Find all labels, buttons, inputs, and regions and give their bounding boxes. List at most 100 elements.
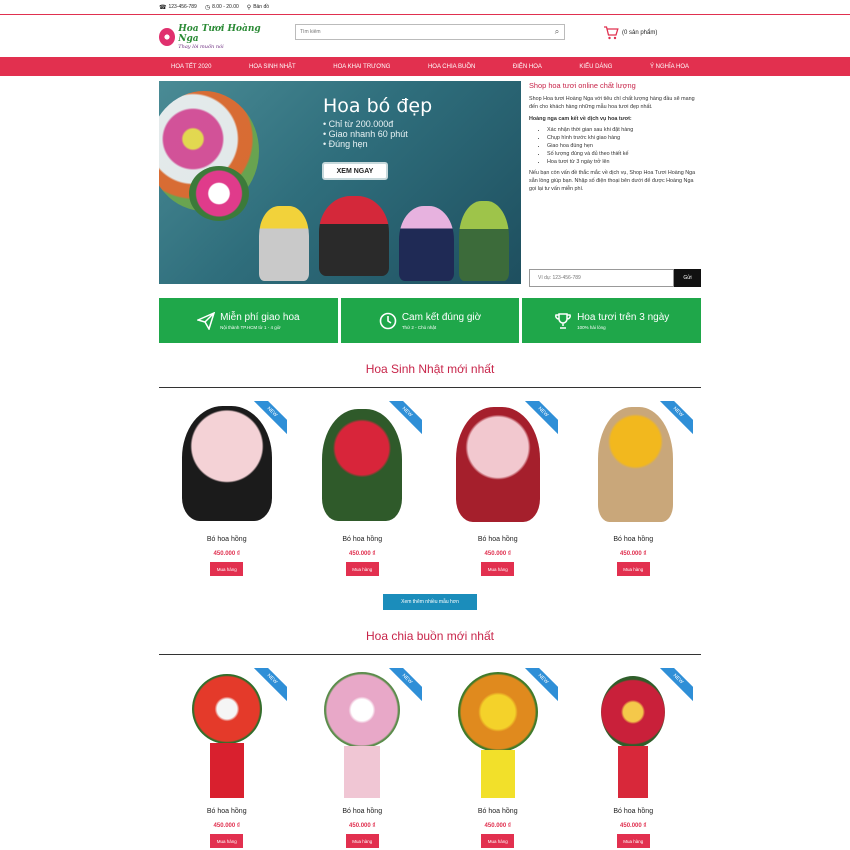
intro-panel: Shop hoa tươi online chất lượng Shop Hoa… — [529, 82, 701, 197]
trophy-icon — [555, 312, 571, 329]
banner-line: Giao nhanh 60 phút — [323, 129, 408, 139]
product-name[interactable]: Bó hoa hồng — [342, 808, 382, 815]
product-name[interactable]: Bó hoa hồng — [207, 808, 247, 815]
buy-button[interactable]: Mua hàng — [345, 562, 379, 576]
topbar-map[interactable]: ⚲ Bản đồ — [247, 4, 269, 11]
hero-banner[interactable]: Hoa bó đẹp Chỉ từ 200.000đ Giao nhanh 60… — [159, 81, 521, 284]
product-name[interactable]: Bó hoa hồng — [342, 536, 382, 543]
list-item: Giao hoa đúng hẹn — [547, 142, 701, 150]
product-grid-birthday: NEW Bó hoa hồng 450.000 ₫ Mua hàng NEW B… — [159, 401, 701, 576]
product-name[interactable]: Bó hoa hồng — [613, 808, 653, 815]
topbar-hours: ◷ 8.00 - 20.00 — [205, 4, 239, 11]
top-bar: ☎ 123-456-789 ◷ 8.00 - 20.00 ⚲ Bản đồ — [0, 0, 850, 15]
banner-lines: Chỉ từ 200.000đ Giao nhanh 60 phút Đúng … — [323, 119, 408, 149]
buy-button[interactable]: Mua hàng — [210, 562, 244, 576]
product-name[interactable]: Bó hoa hồng — [478, 808, 518, 815]
banner-cta-button[interactable]: XEM NGAY — [322, 162, 388, 180]
feature-title: Hoa tươi trên 3 ngày — [577, 311, 670, 323]
product-image[interactable]: NEW — [437, 668, 558, 800]
nav-item-hoa-tet[interactable]: HOA TẾT 2020 — [159, 64, 223, 70]
list-item: Hoa tươi từ 3 ngày trở lên — [547, 158, 701, 166]
phone-input[interactable] — [529, 269, 674, 287]
product-card[interactable]: NEW Bó hoa hồng 450.000 ₫ Mua hàng — [159, 668, 295, 848]
product-card[interactable]: NEW Bó hoa hồng 450.000 ₫ Mua hàng — [566, 668, 702, 848]
product-name[interactable]: Bó hoa hồng — [478, 536, 518, 543]
bouquet-image — [459, 201, 509, 281]
product-card[interactable]: NEW Bó hoa hồng 450.000 ₫ Mua hàng — [430, 401, 566, 576]
product-price: 450.000 ₫ — [349, 823, 376, 829]
product-card[interactable]: NEW Bó hoa hồng 450.000 ₫ Mua hàng — [430, 668, 566, 848]
product-card[interactable]: NEW Bó hoa hồng 450.000 ₫ Mua hàng — [295, 401, 431, 576]
cart-icon — [604, 26, 619, 40]
feature-free-delivery: Miễn phí giao hoa Nội thành TP.HCM từ 1 -… — [159, 298, 338, 343]
feature-fresh: Hoa tươi trên 3 ngày 100% hài lòng — [522, 298, 702, 343]
product-image[interactable]: NEW — [166, 668, 287, 800]
banner-title: Hoa bó đẹp — [323, 95, 433, 117]
cart-label: (0 sản phẩm) — [622, 30, 658, 36]
bouquet-image — [399, 206, 454, 281]
topbar-hours-text: 8.00 - 20.00 — [212, 4, 239, 10]
buy-button[interactable]: Mua hàng — [616, 834, 650, 848]
clock-icon: ◷ — [204, 4, 211, 11]
nav-item-kieu-dang[interactable]: KIỂU DÁNG — [567, 64, 624, 70]
search-icon[interactable]: ⌕ — [550, 27, 564, 37]
product-price: 450.000 ₫ — [620, 823, 647, 829]
intro-contact-text: Nếu bạn còn vấn đề thắc mắc về dịch vụ, … — [529, 170, 696, 192]
product-price: 450.000 ₫ — [484, 823, 511, 829]
logo-tagline: Thay lời muốn nói — [178, 44, 224, 50]
nav-item-hoa-khai-truong[interactable]: HOA KHAI TRƯƠNG — [321, 64, 402, 70]
product-card[interactable]: NEW Bó hoa hồng 450.000 ₫ Mua hàng — [159, 401, 295, 576]
logo[interactable]: Hoa Tươi Hoàng Nga Thay lời muốn nói — [159, 24, 274, 50]
paper-plane-icon — [197, 311, 216, 330]
nav-item-dien-hoa[interactable]: ĐIỆN HOA — [501, 64, 554, 70]
bouquet-image — [259, 206, 309, 281]
topbar-phone-text: 123-456-789 — [168, 4, 197, 10]
search-input[interactable] — [296, 25, 550, 39]
product-price: 450.000 ₫ — [213, 551, 240, 557]
buy-button[interactable]: Mua hàng — [210, 834, 244, 848]
product-grid-condolence: NEW Bó hoa hồng 450.000 ₫ Mua hàng NEW B… — [159, 668, 701, 848]
feature-title: Cam kết đúng giờ — [401, 311, 482, 323]
buy-button[interactable]: Mua hàng — [481, 562, 515, 576]
section-divider — [159, 387, 701, 388]
intro-commit-title: Hoàng nga cam kết về dịch vụ hoa tươi: — [529, 116, 632, 122]
nav-item-hoa-chia-buon[interactable]: HOA CHIA BUỒN — [416, 64, 487, 70]
buy-button[interactable]: Mua hàng — [616, 562, 650, 576]
view-more-button[interactable]: Xem thêm nhiều mẫu hơn — [383, 594, 477, 610]
flower-decoration — [189, 166, 249, 221]
feature-strip: Miễn phí giao hoa Nội thành TP.HCM từ 1 -… — [159, 298, 702, 343]
cart[interactable]: (0 sản phẩm) — [603, 26, 657, 40]
flower-logo-icon — [159, 28, 176, 46]
product-price: 450.000 ₫ — [213, 823, 240, 829]
banner-line: Chỉ từ 200.000đ — [323, 119, 408, 129]
callback-form: Gửi — [529, 269, 701, 287]
nav-item-hoa-sinh-nhat[interactable]: HOA SINH NHẬT — [237, 64, 308, 70]
main-nav: HOA TẾT 2020 HOA SINH NHẬT HOA KHAI TRƯƠ… — [0, 57, 850, 76]
product-image[interactable]: NEW — [437, 401, 558, 528]
list-item: Xác nhận thời gian sau khi đặt hàng — [547, 126, 701, 134]
phone-icon: ☎ — [159, 4, 167, 11]
product-card[interactable]: NEW Bó hoa hồng 450.000 ₫ Mua hàng — [566, 401, 702, 576]
section-divider — [159, 654, 701, 655]
feature-title: Miễn phí giao hoa — [220, 311, 300, 323]
buy-button[interactable]: Mua hàng — [481, 834, 515, 848]
product-name[interactable]: Bó hoa hồng — [613, 536, 653, 543]
list-item: Số lượng đúng và đủ theo thiết kế — [547, 150, 701, 158]
product-image[interactable]: NEW — [302, 668, 423, 800]
product-name[interactable]: Bó hoa hồng — [207, 536, 247, 543]
product-image[interactable]: NEW — [302, 401, 423, 528]
product-price: 450.000 ₫ — [484, 551, 511, 557]
product-image[interactable]: NEW — [573, 401, 694, 528]
product-image[interactable]: NEW — [166, 401, 287, 528]
bouquet-image — [319, 196, 389, 276]
search-box: ⌕ — [295, 24, 565, 40]
buy-button[interactable]: Mua hàng — [345, 834, 379, 848]
map-pin-icon: ⚲ — [246, 4, 252, 11]
product-card[interactable]: NEW Bó hoa hồng 450.000 ₫ Mua hàng — [295, 668, 431, 848]
nav-item-y-nghia-hoa[interactable]: Ý NGHĨA HOA — [638, 64, 701, 70]
product-image[interactable]: NEW — [573, 668, 694, 800]
product-price: 450.000 ₫ — [349, 551, 376, 557]
feature-on-time: Cam kết đúng giờ Thứ 2 - Chủ nhật — [340, 298, 520, 343]
topbar-phone[interactable]: ☎ 123-456-789 — [159, 4, 197, 11]
send-button[interactable]: Gửi — [674, 269, 701, 287]
